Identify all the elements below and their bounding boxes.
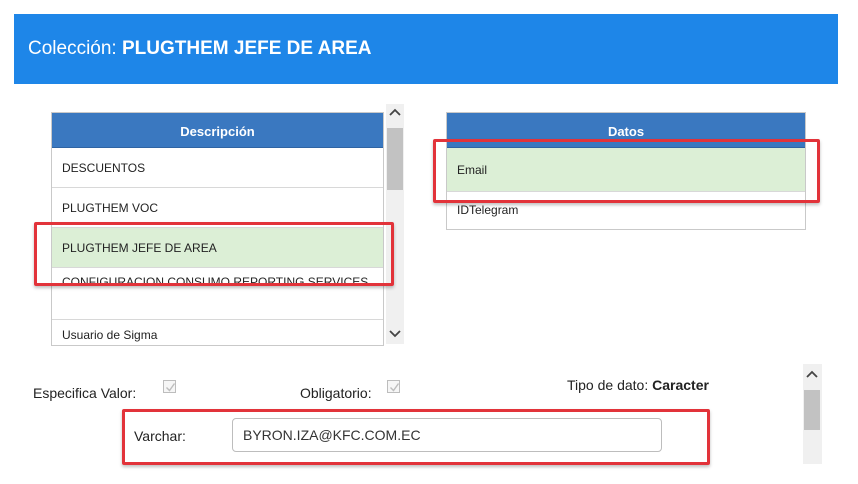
varchar-label: Varchar: — [134, 428, 186, 444]
form-scrollbar[interactable] — [803, 364, 822, 464]
header-prefix: Colección: — [28, 38, 117, 59]
especifica-valor-checkbox[interactable] — [163, 380, 176, 393]
datos-row-label: IDTelegram — [457, 203, 519, 217]
especifica-valor-label: Especifica Valor: — [33, 385, 137, 401]
description-row-label: CONFIGURACION CONSUMO REPORTING SERVICES — [62, 275, 369, 289]
description-row-configuracion[interactable]: CONFIGURACION CONSUMO REPORTING SERVICES — [52, 268, 383, 320]
description-row-label: Usuario de Sigma — [62, 328, 158, 342]
header-collection-name: PLUGTHEM JEFE DE AREA — [122, 38, 372, 59]
datos-row-idtelegram[interactable]: IDTelegram — [447, 192, 805, 228]
description-row-label: PLUGTHEM JEFE DE AREA — [62, 241, 217, 255]
description-row-descuentos[interactable]: DESCUENTOS — [52, 148, 383, 188]
varchar-input[interactable] — [232, 418, 662, 452]
tipo-dato-label: Tipo de dato: — [567, 377, 649, 393]
tipo-dato: Tipo de dato: Caracter — [567, 377, 709, 393]
description-row-plugthem-voc[interactable]: PLUGTHEM VOC — [52, 188, 383, 228]
chevron-up-icon[interactable] — [386, 104, 404, 120]
datos-table-header: Datos — [447, 113, 805, 148]
checkmark-icon — [390, 383, 400, 392]
tipo-dato-value: Caracter — [652, 377, 709, 393]
description-scroll-thumb[interactable] — [387, 128, 403, 190]
description-row-plugthem-jefe[interactable]: PLUGTHEM JEFE DE AREA — [52, 228, 383, 268]
description-row-label: PLUGTHEM VOC — [62, 201, 159, 215]
chevron-down-icon[interactable] — [386, 326, 404, 342]
datos-row-email[interactable]: Email — [447, 148, 805, 192]
obligatorio-label: Obligatorio: — [300, 385, 372, 401]
obligatorio-checkbox[interactable] — [387, 380, 400, 393]
header-title: Colección: PLUGTHEM JEFE DE AREA — [28, 38, 372, 60]
checkmark-icon — [166, 383, 176, 392]
description-row-usuario-sigma[interactable]: Usuario de Sigma — [52, 320, 383, 345]
collection-header: Colección: PLUGTHEM JEFE DE AREA — [14, 14, 838, 84]
chevron-up-icon[interactable] — [803, 366, 821, 382]
description-scrollbar[interactable] — [386, 104, 404, 344]
description-table: Descripción DESCUENTOS PLUGTHEM VOC PLUG… — [51, 112, 384, 346]
description-table-header: Descripción — [52, 113, 383, 148]
datos-row-label: Email — [457, 163, 488, 177]
datos-table: Datos Email IDTelegram — [446, 112, 806, 230]
form-scroll-thumb[interactable] — [804, 390, 820, 430]
description-row-label: DESCUENTOS — [62, 161, 146, 175]
